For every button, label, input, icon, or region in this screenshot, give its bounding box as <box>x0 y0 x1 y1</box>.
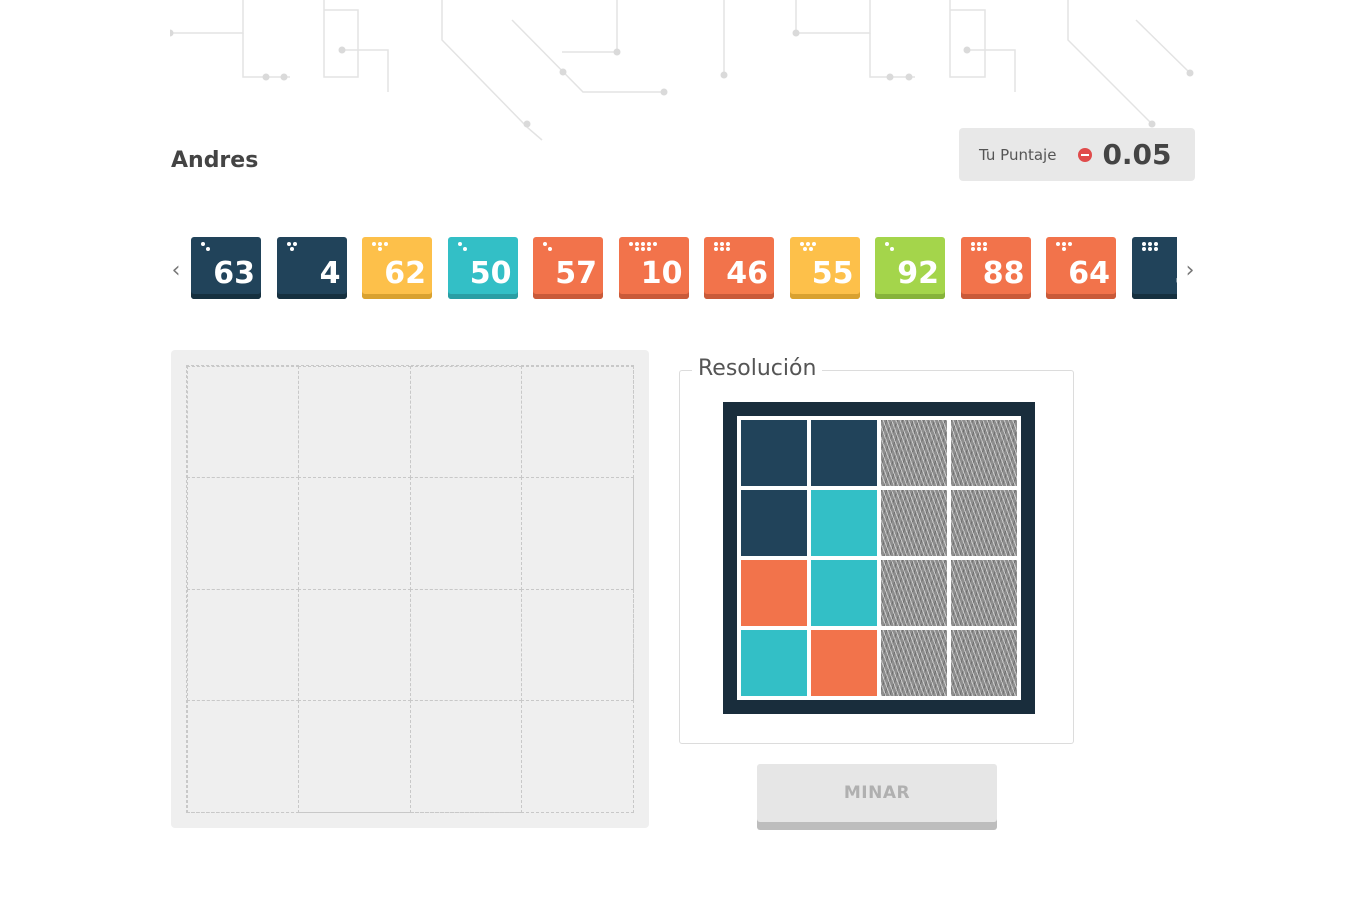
tile-value: 10 <box>640 256 683 291</box>
chevron-right-icon[interactable]: › <box>1183 258 1197 284</box>
board-cell-filled <box>811 420 877 486</box>
number-tile[interactable]: 63 <box>191 237 261 299</box>
tile-value: 88 <box>982 256 1025 291</box>
minus-circle-icon <box>1078 147 1093 162</box>
grid-cell[interactable] <box>409 700 522 813</box>
tile-value: 64 <box>1068 256 1110 291</box>
tile-value: 50 <box>469 256 512 291</box>
grid-cell[interactable] <box>298 588 411 701</box>
score-value: 0.05 <box>1102 138 1172 171</box>
grid-cell[interactable] <box>521 365 634 478</box>
board-cell-empty <box>951 630 1017 696</box>
resolution-board <box>723 402 1035 714</box>
number-tile[interactable]: 55 <box>789 237 860 299</box>
grid-cell[interactable] <box>186 477 299 590</box>
number-tile[interactable]: 3 <box>1131 237 1177 299</box>
grid-cell[interactable] <box>521 588 634 701</box>
grid-cell[interactable] <box>298 365 411 478</box>
number-tile[interactable]: 92 <box>875 237 945 299</box>
placement-grid <box>171 350 649 828</box>
resolution-board-cells <box>737 416 1021 700</box>
number-tile[interactable]: 62 <box>362 237 432 299</box>
tile-value: 3 <box>1175 259 1177 289</box>
placement-grid-cells <box>186 365 634 813</box>
board-cell-filled <box>741 630 807 696</box>
chevron-left-icon[interactable]: ‹ <box>169 258 183 284</box>
grid-cell[interactable] <box>298 700 411 813</box>
tile-value: 62 <box>384 256 426 291</box>
board-cell-filled <box>811 630 877 696</box>
tile-value: 57 <box>555 256 597 291</box>
tile-value: 63 <box>213 256 255 291</box>
board-cell-empty <box>881 560 947 626</box>
number-tile[interactable]: 88 <box>960 237 1031 299</box>
grid-cell[interactable] <box>186 365 299 478</box>
score-label: Tu Puntaje <box>979 145 1057 164</box>
grid-cell[interactable] <box>409 477 522 590</box>
score-panel: Tu Puntaje 0.05 <box>959 128 1195 181</box>
tile-value: 4 <box>319 256 341 291</box>
board-cell-empty <box>951 560 1017 626</box>
board-cell-empty <box>951 490 1017 556</box>
number-tile-strip: 63 4 62 50 57 10 46 55 92 88 64 3 <box>191 237 1177 307</box>
number-tile[interactable]: 64 <box>1046 237 1116 299</box>
number-tile[interactable]: 50 <box>447 237 518 299</box>
number-tile[interactable]: 4 <box>276 237 347 299</box>
number-tile[interactable]: 46 <box>704 237 774 299</box>
resolution-title: Resolución <box>692 356 823 381</box>
board-cell-filled <box>811 560 877 626</box>
board-cell-filled <box>811 490 877 556</box>
grid-cell[interactable] <box>521 700 634 813</box>
board-cell-filled <box>741 560 807 626</box>
tile-value: 92 <box>897 256 939 291</box>
board-cell-filled <box>741 490 807 556</box>
board-cell-empty <box>881 490 947 556</box>
board-cell-empty <box>881 420 947 486</box>
board-cell-empty <box>951 420 1017 486</box>
resolution-panel: Resolución <box>679 356 1074 744</box>
board-cell-empty <box>881 630 947 696</box>
number-tile[interactable]: 10 <box>618 237 689 299</box>
number-tile[interactable]: 57 <box>533 237 603 299</box>
mine-button[interactable]: MINAR <box>757 764 997 822</box>
tile-value: 55 <box>811 256 854 291</box>
grid-cell[interactable] <box>298 477 411 590</box>
tile-value: 46 <box>726 256 768 291</box>
grid-cell[interactable] <box>521 477 634 590</box>
grid-cell[interactable] <box>186 700 299 813</box>
circuit-decoration <box>170 0 1194 141</box>
grid-cell[interactable] <box>186 588 299 701</box>
board-cell-filled <box>741 420 807 486</box>
grid-cell[interactable] <box>409 588 522 701</box>
player-name: Andres <box>171 148 259 173</box>
grid-cell[interactable] <box>409 365 522 478</box>
